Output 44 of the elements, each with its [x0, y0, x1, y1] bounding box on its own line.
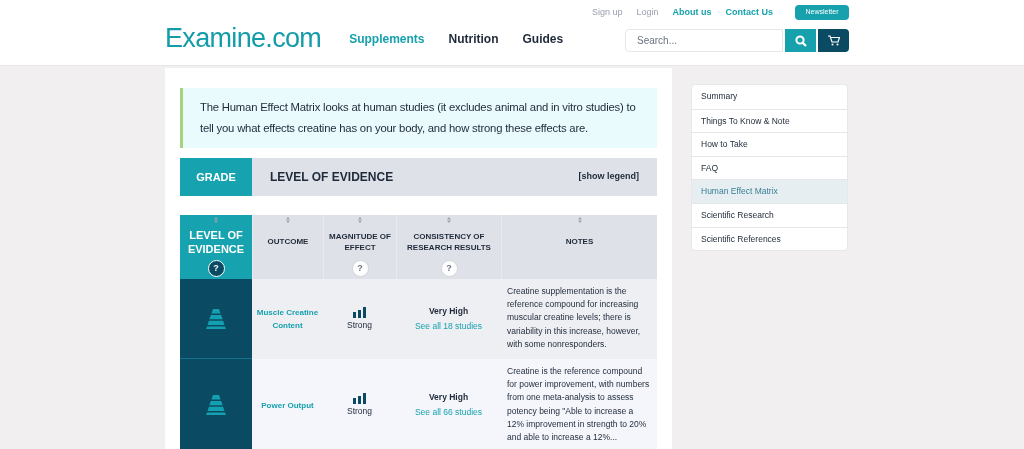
- sort-icon[interactable]: [577, 217, 582, 223]
- cart-icon: [827, 35, 840, 46]
- section-title: LEVEL OF EVIDENCE: [270, 169, 394, 186]
- cart-button[interactable]: [818, 29, 849, 52]
- column-header[interactable]: LEVEL OF EVIDENCE ?: [180, 215, 252, 279]
- sort-icon[interactable]: [286, 217, 290, 223]
- sidebar-item[interactable]: Scientific Research: [692, 202, 847, 227]
- sidebar-item[interactable]: Summary: [692, 85, 847, 109]
- pyramid-icon: [204, 308, 228, 329]
- consistency-text: Very High: [428, 305, 469, 318]
- sort-icon[interactable]: [214, 217, 218, 223]
- magnitude-text: Strong: [346, 318, 372, 332]
- intro-text: The Human Effect Matrix looks at human studies (it excludes animal and in vitro studies) to tell you what effects creatine has on your body, and how strong these effects are.: [180, 88, 657, 148]
- column-header[interactable]: CONSISTENCY OF RESEARCH RESULTS ?: [396, 215, 501, 279]
- search-field[interactable]: Search...: [625, 29, 783, 52]
- column-header[interactable]: OUTCOME: [252, 215, 323, 279]
- column-label: CONSISTENCY OF RESEARCH RESULTS: [406, 230, 492, 254]
- sort-icon[interactable]: [358, 217, 362, 223]
- sidebar-item[interactable]: Things To Know & Note: [692, 108, 847, 133]
- magnitude-text: Strong: [346, 404, 372, 418]
- strength-bars-icon: [352, 306, 367, 318]
- column-label: OUTCOME: [266, 236, 310, 248]
- sort-icon[interactable]: [447, 217, 451, 223]
- search-icon: [794, 34, 807, 47]
- help-icon[interactable]: ?: [440, 260, 458, 277]
- pyramid-icon: [204, 394, 228, 415]
- column-label: LEVEL OF EVIDENCE: [186, 227, 246, 257]
- sidebar-item[interactable]: Scientific References: [692, 226, 847, 251]
- notes-text: Creatine is the reference compound for power improvement, with numbers from one meta-analysis to assess potency being "Able to increase a 12% improvement in strength to 20% and able to increase a 12%...: [506, 365, 651, 444]
- column-header[interactable]: MAGNITUDE OF EFFECT ?: [323, 215, 396, 279]
- notes-text: Creatine supplementation is the reference compound for increasing muscular creatine levels; there is variability in this increase, however, with some nonresponders.: [506, 285, 642, 351]
- column-label: NOTES: [564, 236, 595, 248]
- consistency-text: Very High: [428, 391, 469, 404]
- sidebar-item[interactable]: How to Take: [692, 132, 847, 156]
- column-header[interactable]: NOTES: [501, 215, 657, 279]
- help-icon[interactable]: ?: [351, 260, 369, 277]
- column-label: MAGNITUDE OF EFFECT: [328, 230, 392, 254]
- nav-link[interactable]: Guides: [522, 29, 564, 48]
- sidebar-item[interactable]: Human Effect Matrix: [692, 179, 847, 203]
- legend-link[interactable]: [show legend]: [578, 170, 639, 184]
- nav-link[interactable]: Nutrition: [448, 29, 499, 48]
- grade-header: GRADE: [180, 158, 252, 196]
- strength-bars-icon: [352, 392, 367, 404]
- help-icon[interactable]: ?: [207, 260, 225, 277]
